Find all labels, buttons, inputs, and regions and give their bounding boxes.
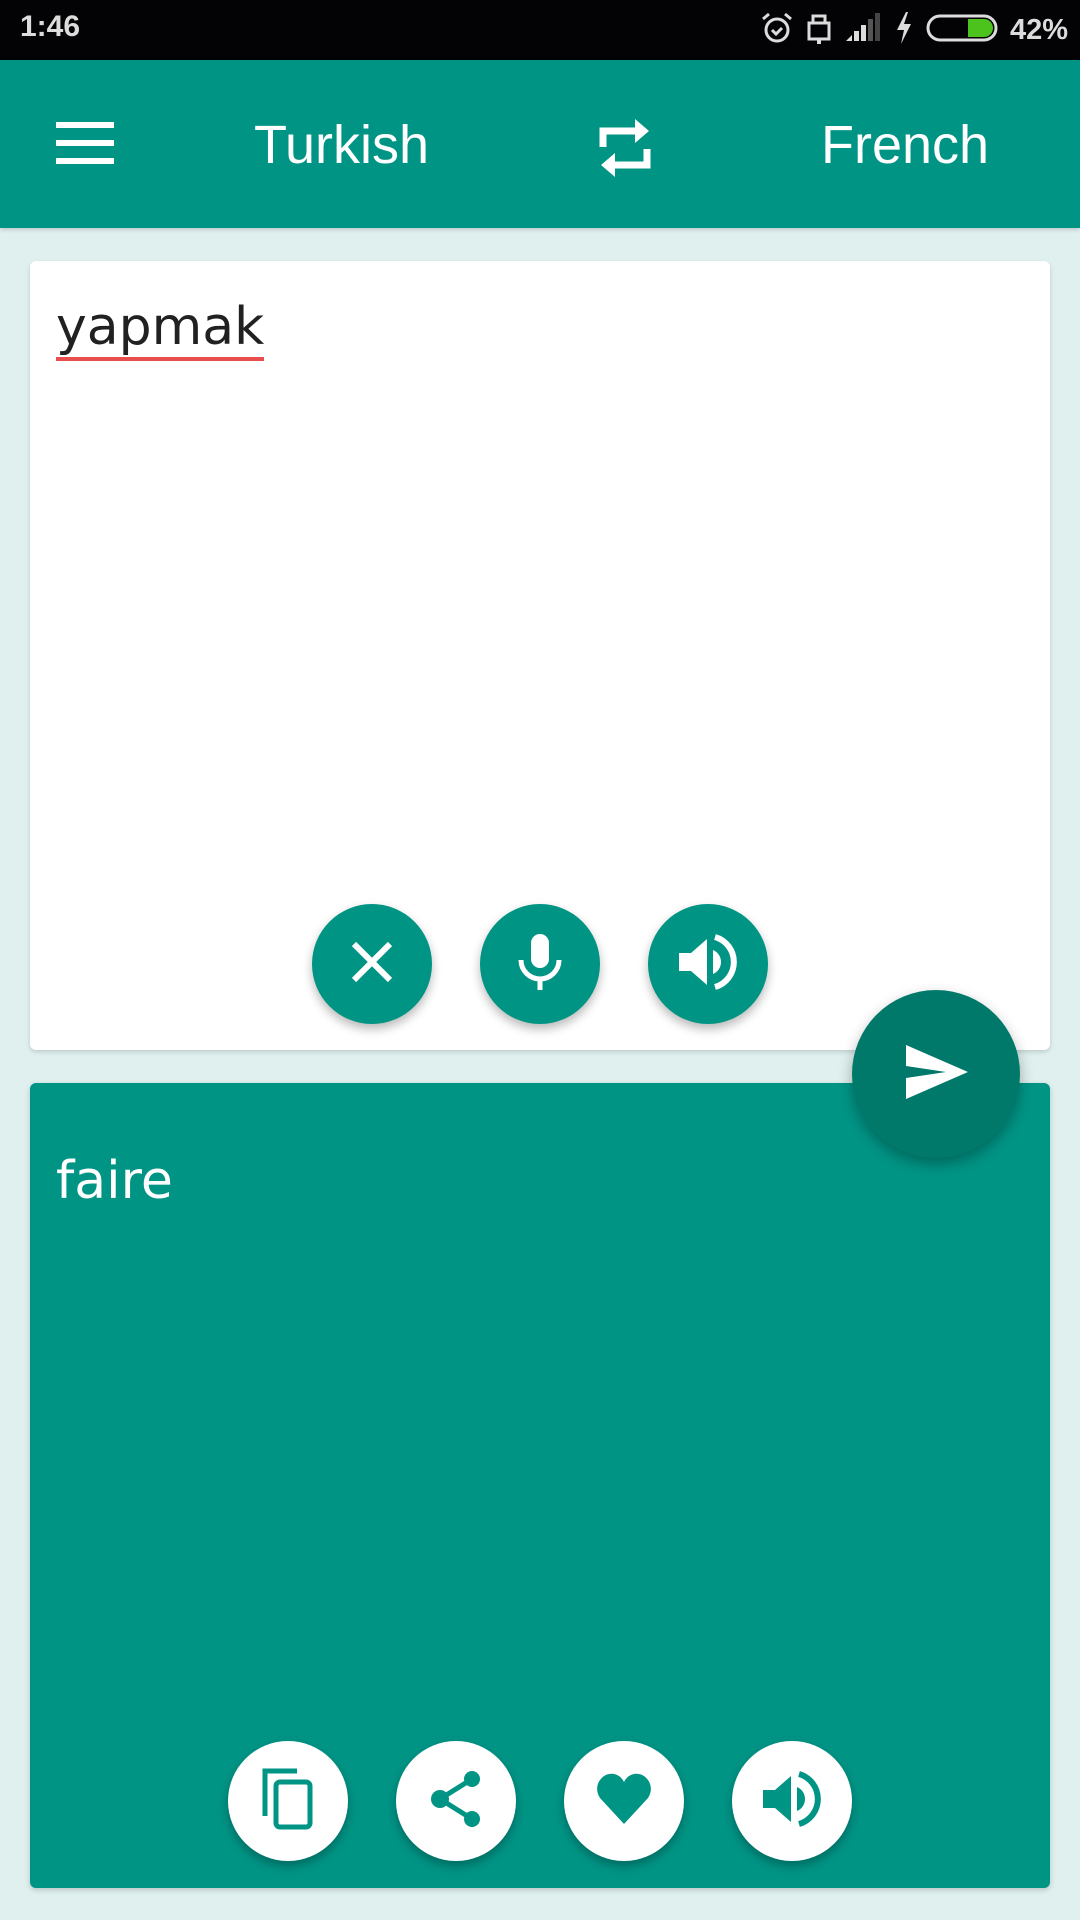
send-icon bbox=[904, 1045, 968, 1103]
translate-button[interactable] bbox=[852, 990, 1020, 1158]
hamburger-menu-icon bbox=[56, 122, 114, 168]
swap-languages-button[interactable] bbox=[585, 110, 665, 190]
share-icon bbox=[428, 1769, 484, 1833]
voice-input-button[interactable] bbox=[480, 904, 600, 1024]
source-text-input[interactable]: yapmak bbox=[56, 297, 265, 361]
copy-icon bbox=[262, 1768, 314, 1834]
clear-button[interactable] bbox=[312, 904, 432, 1024]
translation-result-card: faire bbox=[30, 1083, 1050, 1888]
speak-source-button[interactable] bbox=[648, 904, 768, 1024]
translation-result-text: faire bbox=[56, 1151, 173, 1211]
speak-result-button[interactable] bbox=[732, 1741, 852, 1861]
status-icons: 42% bbox=[748, 10, 1068, 50]
signal-icon bbox=[844, 13, 882, 47]
status-time: 1:46 bbox=[20, 10, 81, 43]
heart-icon bbox=[596, 1772, 652, 1830]
speaker-icon bbox=[677, 933, 739, 995]
lock-icon bbox=[806, 11, 832, 49]
charging-icon bbox=[894, 11, 914, 49]
swap-languages-icon bbox=[597, 117, 653, 183]
target-language-selector[interactable]: French bbox=[821, 110, 989, 180]
favorite-button[interactable] bbox=[564, 1741, 684, 1861]
status-bar: 1:46 42% bbox=[0, 0, 1080, 60]
battery-icon bbox=[926, 13, 998, 47]
source-input-card[interactable]: yapmak bbox=[30, 261, 1050, 1050]
microphone-icon bbox=[517, 932, 563, 996]
speaker-icon bbox=[761, 1770, 823, 1832]
copy-button[interactable] bbox=[228, 1741, 348, 1861]
battery-percent: 42% bbox=[1009, 13, 1068, 46]
alarm-icon bbox=[760, 11, 794, 49]
share-button[interactable] bbox=[396, 1741, 516, 1861]
menu-button[interactable] bbox=[40, 105, 130, 185]
close-icon bbox=[350, 940, 394, 988]
source-language-selector[interactable]: Turkish bbox=[254, 110, 429, 180]
app-bar: Turkish French bbox=[0, 60, 1080, 228]
